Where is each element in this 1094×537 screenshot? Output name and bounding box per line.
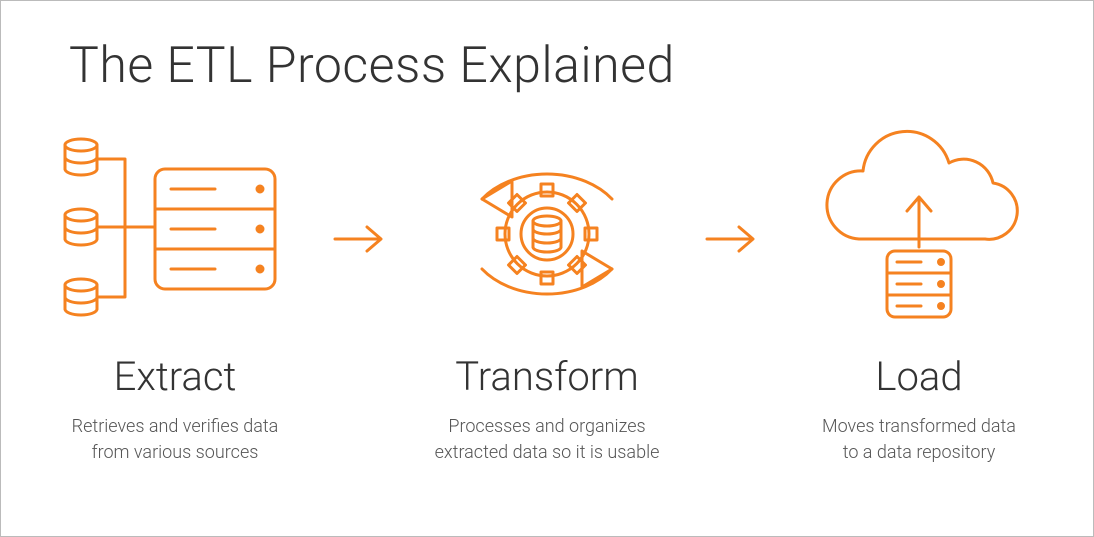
step-description: Processes and organizes extracted data s… xyxy=(435,414,660,466)
arrow-icon xyxy=(701,219,765,263)
diagram-frame: The ETL Process Explained xyxy=(0,0,1094,537)
step-description: Moves transformed data to a data reposit… xyxy=(822,414,1016,466)
step-load: Load Moves transformed data to a data re… xyxy=(799,119,1039,466)
arrow-icon xyxy=(329,219,393,263)
transform-icon xyxy=(427,119,667,349)
extract-icon xyxy=(55,119,295,349)
step-description: Retrieves and verifies data from various… xyxy=(72,414,279,466)
step-title: Load xyxy=(875,353,962,400)
step-transform: Transform Processes and organizes extrac… xyxy=(427,119,667,466)
step-title: Transform xyxy=(455,353,638,400)
step-title: Extract xyxy=(114,353,237,400)
step-extract: Extract Retrieves and verifies data from… xyxy=(55,119,295,466)
load-icon xyxy=(799,119,1039,349)
steps-row: Extract Retrieves and verifies data from… xyxy=(49,119,1045,466)
diagram-title: The ETL Process Explained xyxy=(69,37,1045,95)
